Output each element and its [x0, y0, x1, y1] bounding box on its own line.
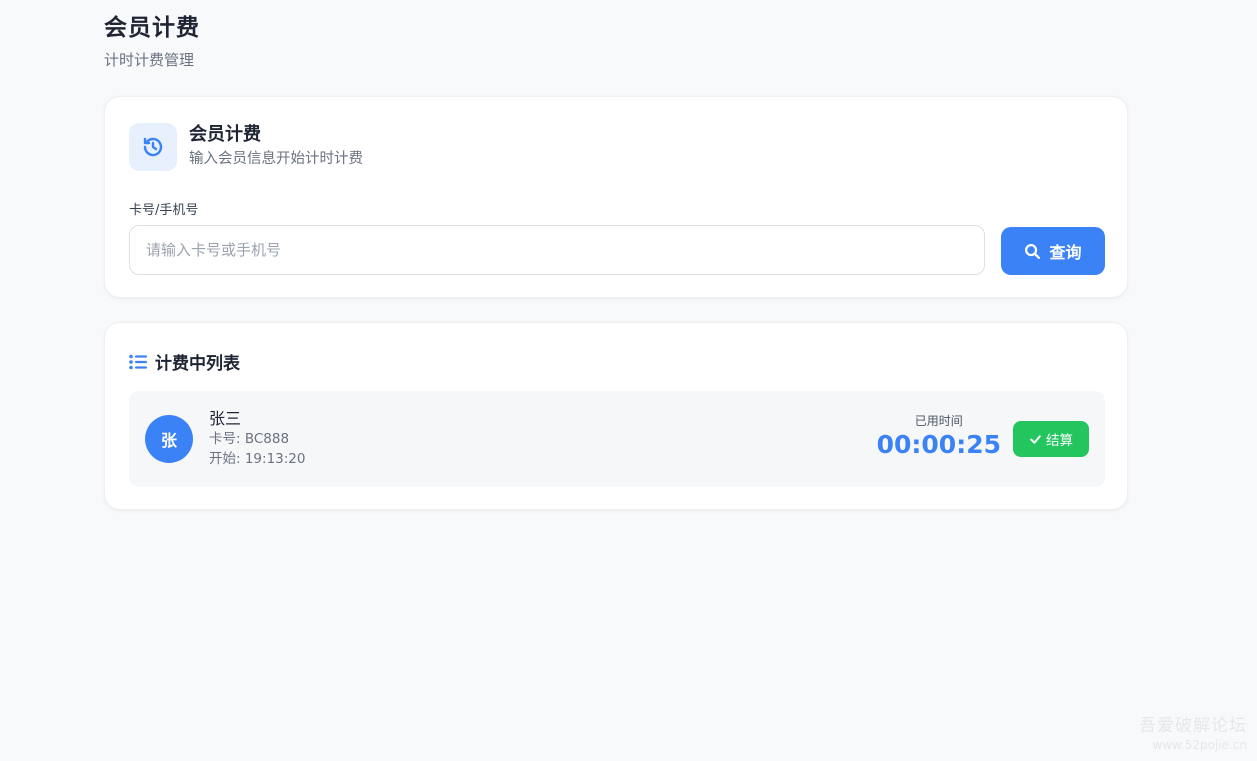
- page-header: 会员计费 计时计费管理: [104, 12, 1128, 70]
- list-item: 张 张三 卡号: BC888 开始: 19:13:20 已用时间 00:00:2…: [129, 391, 1105, 487]
- card-header: 会员计费 输入会员信息开始计时计费: [129, 123, 363, 171]
- elapsed-label: 已用时间: [914, 414, 963, 428]
- elapsed-timer: 已用时间 00:00:25: [877, 413, 1001, 461]
- watermark-title: 吾爱破解论坛: [1139, 716, 1247, 736]
- list-icon: [129, 354, 147, 369]
- watermark: 吾爱破解论坛 www.52pojie.cn: [1139, 715, 1247, 753]
- member-start-time: 开始: 19:13:20: [209, 451, 306, 467]
- card-subtitle: 输入会员信息开始计时计费: [189, 151, 363, 167]
- card-title: 会员计费: [189, 124, 261, 145]
- history-icon: [129, 123, 177, 171]
- elapsed-time: 00:00:25: [876, 430, 1001, 459]
- search-icon: [1025, 243, 1041, 259]
- query-button-label: 查询: [1049, 243, 1082, 262]
- watermark-url: www.52pojie.cn: [1152, 738, 1247, 752]
- member-billing-card: 会员计费 输入会员信息开始计时计费 卡号/手机号 查询: [104, 96, 1128, 298]
- checkout-button-label: 结算: [1046, 433, 1073, 449]
- query-button[interactable]: 查询: [1001, 227, 1105, 275]
- avatar: 张: [145, 415, 193, 463]
- member-card-number: 卡号: BC888: [209, 431, 290, 447]
- page-title: 会员计费: [104, 15, 200, 41]
- list-header: 计费中列表: [129, 349, 240, 374]
- card-number-label: 卡号/手机号: [129, 203, 199, 218]
- member-info: 张三 卡号: BC888 开始: 19:13:20: [209, 409, 305, 469]
- member-name: 张三: [209, 409, 242, 428]
- page-subtitle: 计时计费管理: [104, 51, 195, 69]
- billing-list-card: 计费中列表 张 张三 卡号: BC888 开始: 19:13:20 已用时间 0…: [104, 322, 1128, 510]
- card-number-input[interactable]: [129, 225, 985, 275]
- list-title: 计费中列表: [155, 354, 240, 374]
- check-icon: [1030, 434, 1041, 444]
- checkout-button[interactable]: 结算: [1013, 421, 1089, 457]
